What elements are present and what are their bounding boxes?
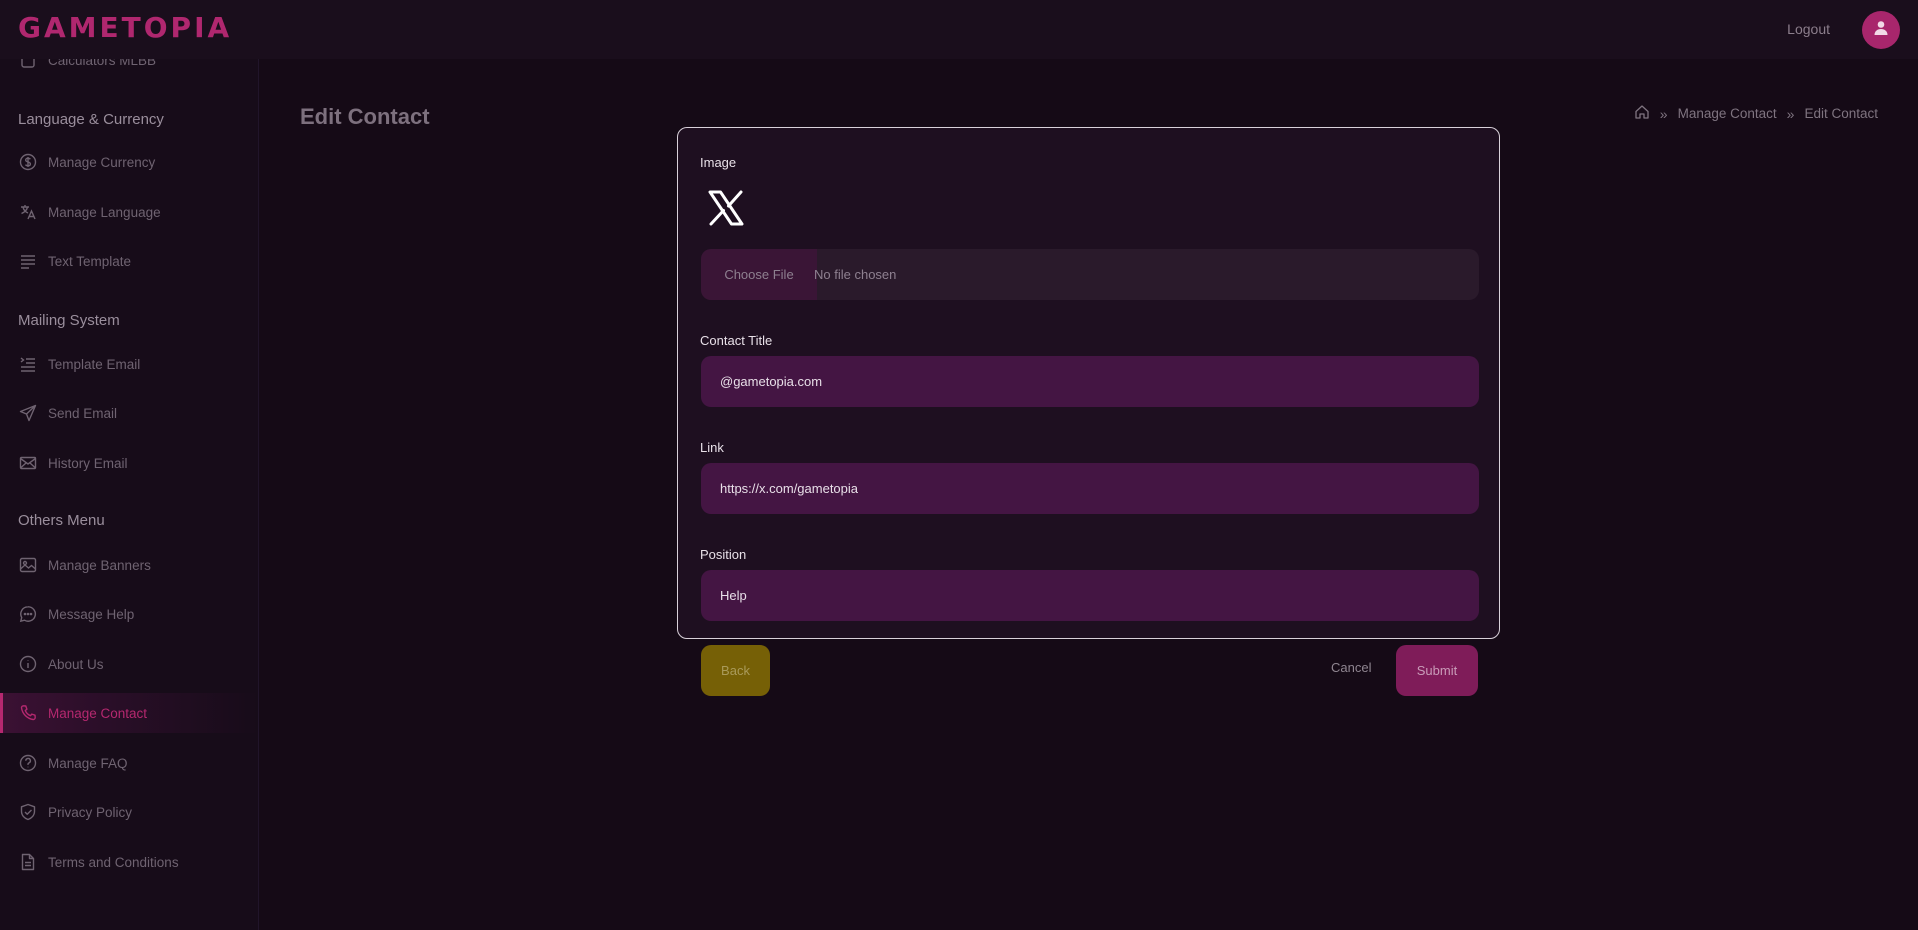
sidebar-item-label: Send Email bbox=[48, 405, 118, 421]
sidebar-item-label: Manage Banners bbox=[48, 557, 151, 573]
sidebar-item-label: Text Template bbox=[48, 253, 132, 269]
envelope-icon bbox=[19, 454, 37, 472]
page-title: Edit Contact bbox=[300, 104, 430, 129]
shield-check-icon bbox=[19, 803, 37, 821]
home-icon[interactable] bbox=[1634, 104, 1650, 123]
submit-button[interactable]: Submit bbox=[1396, 645, 1478, 696]
sidebar-item-send-email[interactable]: Send Email bbox=[0, 393, 258, 433]
phone-icon bbox=[19, 704, 37, 722]
logout-link[interactable]: Logout bbox=[1787, 21, 1830, 37]
sidebar-item-label: Manage Contact bbox=[48, 705, 148, 721]
sidebar-item-manage-faq[interactable]: Manage FAQ bbox=[0, 743, 258, 783]
sidebar-item-terms-and-conditions[interactable]: Terms and Conditions bbox=[0, 842, 258, 882]
sidebar-item-about-us[interactable]: About Us bbox=[0, 644, 258, 684]
link-label: Link bbox=[700, 440, 724, 455]
breadcrumb-item-manage-contact[interactable]: Manage Contact bbox=[1678, 106, 1777, 121]
sidebar-section-heading: Language & Currency bbox=[18, 111, 164, 128]
sidebar-section-heading: Mailing System bbox=[18, 312, 120, 329]
sidebar-item-manage-currency[interactable]: Manage Currency bbox=[0, 142, 258, 182]
sidebar-item-history-email[interactable]: History Email bbox=[0, 443, 258, 483]
info-circle-icon bbox=[19, 655, 37, 673]
image-icon bbox=[19, 556, 37, 574]
sidebar-item-label: Manage Language bbox=[48, 204, 161, 220]
dollar-circle-icon bbox=[19, 153, 37, 171]
document-icon bbox=[19, 853, 37, 871]
sidebar-item-label: Template Email bbox=[48, 356, 141, 372]
sidebar: Calculators MLBB Language & Currency Man… bbox=[0, 0, 259, 930]
image-file-input[interactable]: Choose File No file chosen bbox=[701, 249, 1479, 300]
contact-title-input[interactable]: @gametopia.com bbox=[701, 356, 1479, 407]
image-label: Image bbox=[700, 155, 737, 170]
sidebar-item-template-email[interactable]: Template Email bbox=[0, 344, 258, 384]
choose-file-button[interactable]: Choose File bbox=[701, 249, 817, 300]
position-label: Position bbox=[700, 547, 747, 562]
x-logo-icon bbox=[706, 188, 746, 228]
sidebar-item-manage-language[interactable]: Manage Language bbox=[0, 192, 258, 232]
file-status-text: No file chosen bbox=[814, 267, 897, 282]
top-bar: GAMETOPIA Logout bbox=[0, 0, 1918, 59]
sidebar-item-label: History Email bbox=[48, 455, 128, 471]
sidebar-item-manage-banners[interactable]: Manage Banners bbox=[0, 545, 258, 585]
user-icon bbox=[1873, 20, 1889, 41]
sidebar-item-label: Manage FAQ bbox=[48, 755, 128, 771]
translate-icon bbox=[19, 203, 37, 221]
sidebar-item-message-help[interactable]: Message Help bbox=[0, 594, 258, 634]
chevron-double-right-icon: » bbox=[1659, 105, 1668, 122]
text-lines-icon bbox=[19, 252, 37, 270]
sidebar-item-label: Terms and Conditions bbox=[48, 854, 179, 870]
breadcrumb: » Manage Contact » Edit Contact bbox=[1634, 104, 1878, 123]
sidebar-item-label: Manage Currency bbox=[48, 154, 156, 170]
sidebar-item-label: About Us bbox=[48, 656, 104, 672]
paper-plane-icon bbox=[19, 404, 37, 422]
back-button[interactable]: Back bbox=[701, 645, 770, 696]
sidebar-item-label: Message Help bbox=[48, 606, 135, 622]
edit-contact-form: Image Choose File No file chosen Contact… bbox=[677, 127, 1500, 639]
avatar[interactable] bbox=[1862, 11, 1900, 49]
chevron-double-right-icon: » bbox=[1786, 105, 1795, 122]
chat-bubble-icon bbox=[19, 605, 37, 623]
sidebar-item-label: Privacy Policy bbox=[48, 804, 133, 820]
sidebar-item-text-template[interactable]: Text Template bbox=[0, 241, 258, 281]
sidebar-item-manage-contact[interactable]: Manage Contact bbox=[0, 693, 258, 733]
sidebar-section-heading: Others Menu bbox=[18, 512, 105, 529]
sidebar-item-privacy-policy[interactable]: Privacy Policy bbox=[0, 792, 258, 832]
cancel-button[interactable]: Cancel bbox=[1331, 660, 1371, 675]
question-circle-icon bbox=[19, 754, 37, 772]
contact-title-label: Contact Title bbox=[700, 333, 773, 348]
link-input[interactable]: https://x.com/gametopia bbox=[701, 463, 1479, 514]
list-indent-icon bbox=[19, 355, 37, 373]
position-input[interactable]: Help bbox=[701, 570, 1479, 621]
brand-logo[interactable]: GAMETOPIA bbox=[18, 11, 232, 44]
breadcrumb-item-edit-contact: Edit Contact bbox=[1804, 106, 1878, 121]
